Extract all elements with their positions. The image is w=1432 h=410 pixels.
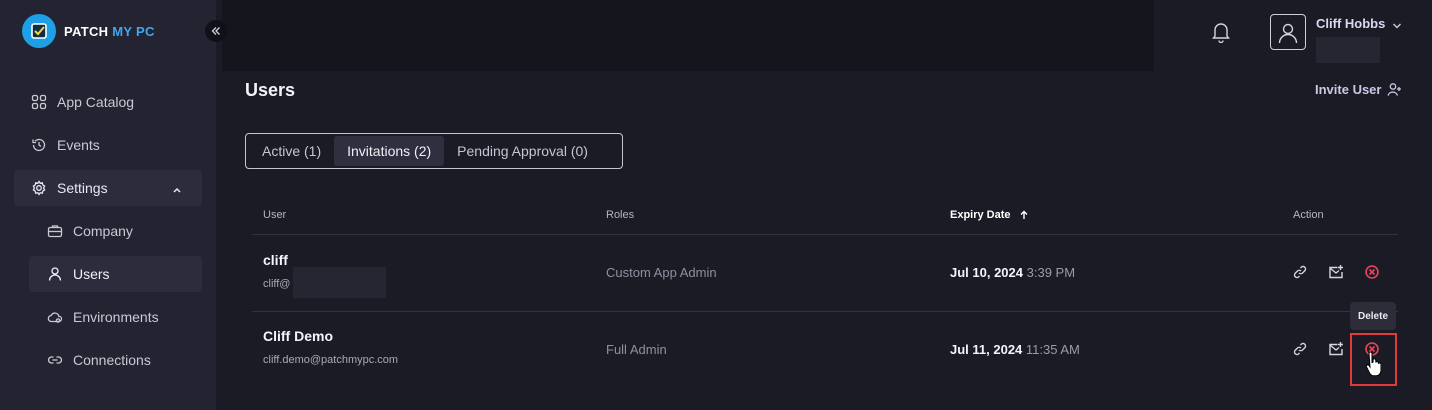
role-cell: Full Admin — [606, 342, 667, 357]
user-avatar-icon — [1278, 23, 1298, 44]
sidebar-item-app-catalog[interactable]: App Catalog — [14, 84, 202, 120]
redacted-email — [293, 267, 386, 298]
sidebar-item-environments[interactable]: Environments — [29, 299, 202, 335]
patchmypc-logo[interactable]: PATCH MY PC — [22, 14, 155, 48]
link-icon — [47, 352, 63, 368]
add-user-icon — [1387, 83, 1402, 96]
logo-text: PATCH MY PC — [64, 23, 155, 39]
avatar[interactable] — [1270, 14, 1306, 50]
column-header-expiry-date[interactable]: Expiry Date — [950, 209, 1029, 221]
user-icon — [47, 266, 63, 282]
user-email-cell: cliff.demo@patchmypc.com — [263, 354, 399, 366]
chevron-down-icon[interactable] — [1392, 18, 1402, 36]
double-chevron-left-icon — [211, 27, 220, 35]
resend-invite-icon[interactable] — [1327, 340, 1345, 358]
table-divider — [252, 311, 1398, 312]
cloud-icon — [47, 309, 63, 325]
delete-invite-icon[interactable] — [1363, 263, 1381, 281]
page-title: Users — [245, 80, 296, 100]
sidebar-item-events[interactable]: Events — [14, 127, 202, 163]
chevron-up-icon — [172, 182, 182, 198]
user-tabs: Active (1) Invitations (2) Pending Appro… — [245, 133, 623, 169]
sidebar-item-users[interactable]: Users — [29, 256, 202, 292]
user-name[interactable]: Cliff Hobbs — [1316, 16, 1385, 31]
column-header-expiry-label: Expiry Date — [950, 209, 1011, 221]
tab-invitations[interactable]: Invitations (2) — [334, 136, 445, 166]
expiry-date-cell: Jul 11, 2024 11:35 AM — [950, 342, 1080, 357]
sidebar-item-label: Users — [73, 266, 110, 282]
sidebar-item-label: Environments — [73, 309, 159, 325]
redacted-user-email — [1316, 37, 1380, 63]
invite-user-label: Invite User — [1315, 82, 1382, 97]
collapse-sidebar-button[interactable] — [205, 20, 227, 42]
history-icon — [31, 137, 47, 153]
user-name-cell: cliff — [263, 252, 288, 268]
user-name-cell: Cliff Demo — [263, 328, 333, 344]
briefcase-icon — [47, 223, 63, 239]
column-header-action: Action — [1293, 209, 1324, 221]
sidebar-item-company[interactable]: Company — [29, 213, 202, 249]
column-header-user: User — [263, 209, 287, 221]
sort-ascending-icon — [1020, 210, 1028, 219]
sidebar-item-label: Connections — [73, 352, 151, 368]
copy-link-icon[interactable] — [1291, 340, 1309, 358]
sidebar-nav: App Catalog Events Settings Company User… — [14, 84, 202, 385]
delete-tooltip: Delete — [1350, 302, 1396, 330]
sidebar-item-label: Events — [57, 137, 100, 153]
tab-active[interactable]: Active (1) — [249, 136, 334, 166]
tab-pending-approval[interactable]: Pending Approval (0) — [444, 136, 601, 166]
resend-invite-icon[interactable] — [1327, 263, 1345, 281]
sidebar-item-settings[interactable]: Settings — [14, 170, 202, 206]
table-divider — [252, 234, 1398, 235]
expiry-date-cell: Jul 10, 2024 3:39 PM — [950, 265, 1076, 280]
column-header-roles: Roles — [606, 209, 635, 221]
hand-cursor-icon — [1365, 351, 1382, 383]
gear-icon — [31, 180, 47, 196]
user-email-cell: cliff@ — [263, 278, 291, 290]
sidebar-item-label: Settings — [57, 180, 108, 196]
sidebar: PATCH MY PC App Catalog Events Settings — [0, 0, 216, 410]
copy-link-icon[interactable] — [1291, 263, 1309, 281]
sidebar-item-label: Company — [73, 223, 133, 239]
sidebar-item-label: App Catalog — [57, 94, 135, 110]
header-banner — [222, 0, 1154, 71]
notifications-bell-icon[interactable] — [1211, 21, 1231, 48]
role-cell: Custom App Admin — [606, 265, 717, 280]
grid-icon — [31, 94, 47, 110]
invite-user-button[interactable]: Invite User — [1315, 82, 1402, 97]
logo-icon — [22, 14, 56, 48]
sidebar-item-connections[interactable]: Connections — [29, 342, 202, 378]
